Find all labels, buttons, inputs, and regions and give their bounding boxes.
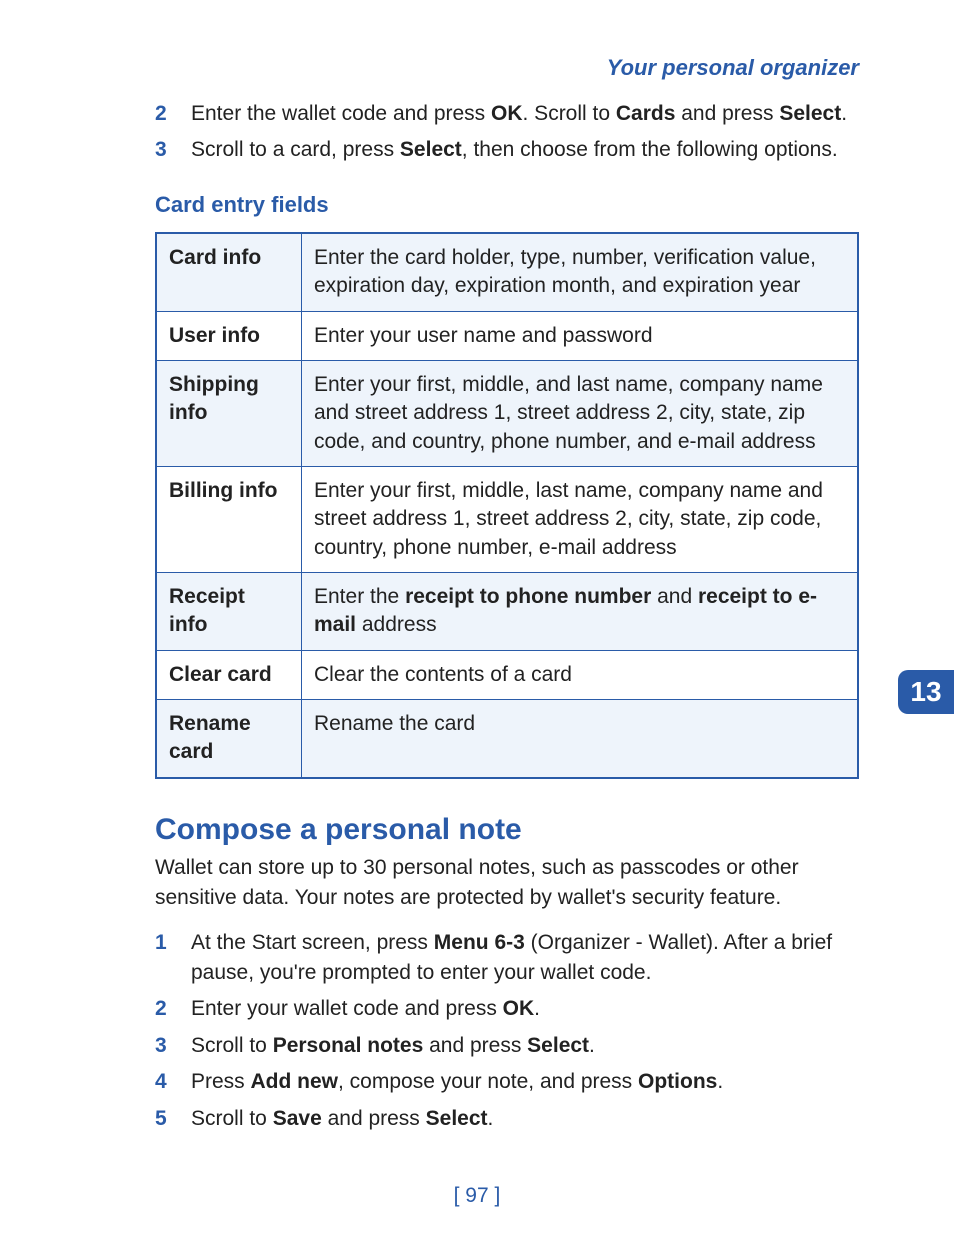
- row-label: User info: [156, 311, 302, 360]
- chapter-tab: 13: [898, 670, 954, 714]
- step-text: Enter your wallet code and press OK.: [191, 994, 859, 1024]
- row-description: Enter the receipt to phone number and re…: [302, 572, 859, 650]
- table-row: Rename cardRename the card: [156, 700, 858, 778]
- step-number: 1: [155, 928, 191, 958]
- step-text: At the Start screen, press Menu 6-3 (Org…: [191, 928, 859, 989]
- step-number: 2: [155, 99, 191, 129]
- section-heading: Compose a personal note: [155, 813, 859, 847]
- table-row: Receipt infoEnter the receipt to phone n…: [156, 572, 858, 650]
- row-label: Receipt info: [156, 572, 302, 650]
- bold-text: Personal notes: [273, 1034, 424, 1057]
- bold-text: receipt to phone number: [405, 585, 651, 608]
- section-paragraph: Wallet can store up to 30 personal notes…: [155, 853, 859, 914]
- bold-text: Select: [400, 138, 462, 161]
- row-description: Enter your user name and password: [302, 311, 859, 360]
- step: 3Scroll to Personal notes and press Sele…: [155, 1031, 859, 1061]
- bold-text: Select: [426, 1107, 488, 1130]
- table-row: Clear cardClear the contents of a card: [156, 650, 858, 699]
- page-number: [ 97 ]: [0, 1184, 954, 1208]
- table-row: Card infoEnter the card holder, type, nu…: [156, 233, 858, 311]
- step: 1At the Start screen, press Menu 6-3 (Or…: [155, 928, 859, 989]
- row-label: Billing info: [156, 466, 302, 572]
- bold-text: Cards: [616, 102, 676, 125]
- step: 2Enter the wallet code and press OK. Scr…: [155, 99, 859, 129]
- table-row: Shipping infoEnter your first, middle, a…: [156, 360, 858, 466]
- bold-text: Menu 6-3: [434, 931, 525, 954]
- bold-text: Add new: [251, 1070, 339, 1093]
- row-description: Enter the card holder, type, number, ver…: [302, 233, 859, 311]
- bold-text: OK: [491, 102, 523, 125]
- row-description: Enter your first, middle, and last name,…: [302, 360, 859, 466]
- row-label: Clear card: [156, 650, 302, 699]
- step-text: Scroll to Personal notes and press Selec…: [191, 1031, 859, 1061]
- row-label: Card info: [156, 233, 302, 311]
- table-heading: Card entry fields: [155, 192, 859, 218]
- step-number: 4: [155, 1067, 191, 1097]
- step-text: Scroll to a card, press Select, then cho…: [191, 135, 859, 165]
- table-row: Billing infoEnter your first, middle, la…: [156, 466, 858, 572]
- card-entry-table: Card infoEnter the card holder, type, nu…: [155, 232, 859, 779]
- step-text: Press Add new, compose your note, and pr…: [191, 1067, 859, 1097]
- step: 5Scroll to Save and press Select.: [155, 1104, 859, 1134]
- section-header: Your personal organizer: [155, 55, 859, 81]
- step-number: 3: [155, 135, 191, 165]
- step-text: Enter the wallet code and press OK. Scro…: [191, 99, 859, 129]
- bold-text: Select: [527, 1034, 589, 1057]
- table-row: User infoEnter your user name and passwo…: [156, 311, 858, 360]
- step: 4Press Add new, compose your note, and p…: [155, 1067, 859, 1097]
- step-number: 5: [155, 1104, 191, 1134]
- bold-text: Save: [273, 1107, 322, 1130]
- step-number: 3: [155, 1031, 191, 1061]
- row-description: Enter your first, middle, last name, com…: [302, 466, 859, 572]
- bold-text: Options: [638, 1070, 717, 1093]
- row-label: Rename card: [156, 700, 302, 778]
- row-description: Clear the contents of a card: [302, 650, 859, 699]
- bold-text: Select: [779, 102, 841, 125]
- row-label: Shipping info: [156, 360, 302, 466]
- step: 3Scroll to a card, press Select, then ch…: [155, 135, 859, 165]
- bold-text: OK: [503, 997, 535, 1020]
- step-number: 2: [155, 994, 191, 1024]
- step-text: Scroll to Save and press Select.: [191, 1104, 859, 1134]
- step: 2Enter your wallet code and press OK.: [155, 994, 859, 1024]
- row-description: Rename the card: [302, 700, 859, 778]
